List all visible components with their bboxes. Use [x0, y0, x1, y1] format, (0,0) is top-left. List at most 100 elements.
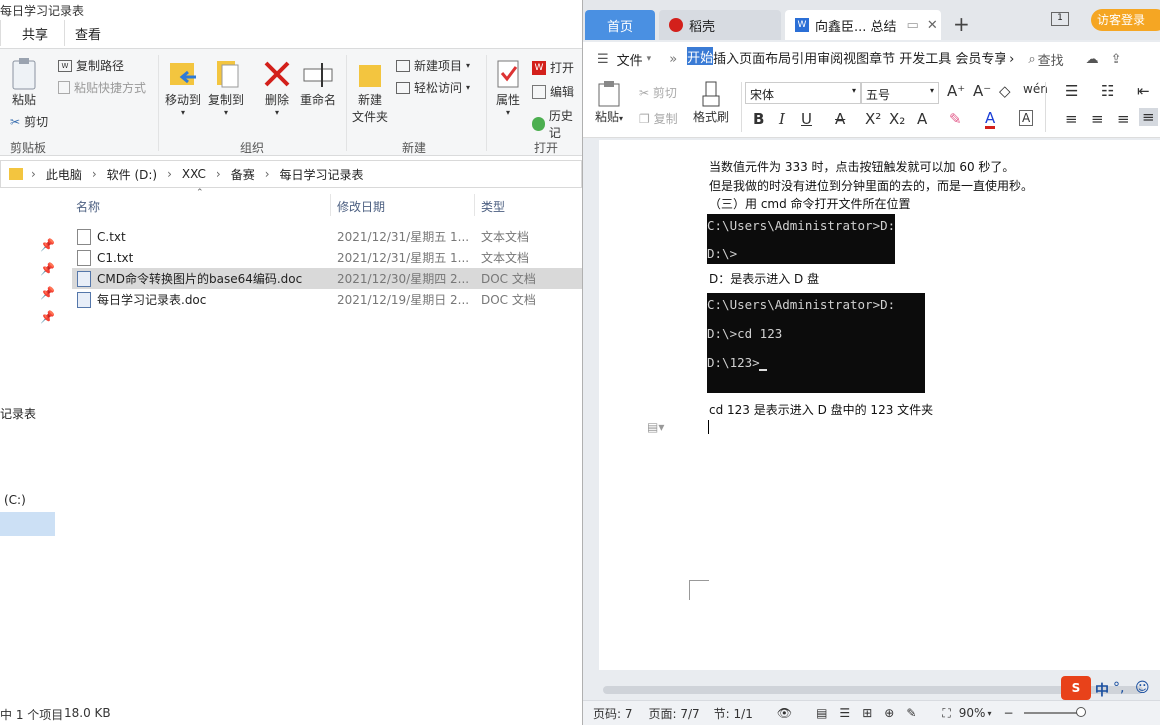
menu-start[interactable]: 开始	[687, 46, 714, 66]
open-button[interactable]: W 打开	[532, 59, 574, 76]
properties-button[interactable]: 属性 ▾	[494, 57, 522, 117]
font-size-select[interactable]: 五号 ▾	[861, 82, 939, 104]
outline-view-icon[interactable]: ☰	[839, 706, 850, 720]
ime-mode[interactable]: 中	[1095, 680, 1109, 700]
tab-daoke[interactable]: 稻壳	[659, 10, 781, 40]
highlight-icon[interactable]: ✎	[949, 110, 962, 128]
pin-icon[interactable]: 📌	[40, 262, 55, 276]
menu-icon[interactable]: ☰	[597, 52, 609, 67]
paragraph-marker-icon[interactable]: ▤▾	[647, 420, 664, 434]
decrease-indent-icon[interactable]: ⇤	[1137, 82, 1150, 100]
justify-icon[interactable]: ≡	[1139, 108, 1158, 126]
guest-login-button[interactable]: 访客登录	[1091, 9, 1160, 31]
zoom-slider[interactable]	[1023, 707, 1086, 717]
move-to-button[interactable]: 移动到 ▾	[165, 57, 201, 117]
nav-item-drive-c[interactable]: (C:)	[4, 493, 26, 507]
edit-button[interactable]: 编辑	[532, 83, 574, 100]
window-count-icon[interactable]: 1	[1051, 12, 1069, 26]
web-view-icon[interactable]: ⊕	[884, 706, 894, 720]
align-center-icon[interactable]: ≡	[1091, 110, 1104, 128]
font-color-icon[interactable]: A	[985, 110, 996, 129]
format-painter-button[interactable]: 格式刷	[693, 80, 729, 125]
nav-item-selected[interactable]	[0, 512, 55, 536]
pin-icon[interactable]: 📌	[40, 310, 55, 324]
strikethrough-icon[interactable]: A	[835, 110, 845, 128]
breadcrumb-drive-d[interactable]: 软件 (D:)	[107, 166, 157, 183]
history-button[interactable]: 历史记	[532, 107, 582, 141]
nav-item-record-table[interactable]: 记录表	[0, 405, 36, 422]
align-left-icon[interactable]: ≡	[1065, 110, 1078, 128]
pin-icon[interactable]: 📌	[40, 286, 55, 300]
tab-view[interactable]: 查看	[75, 24, 101, 43]
column-header-name[interactable]: 名称	[76, 198, 100, 215]
italic-icon[interactable]: I	[779, 110, 785, 128]
sogou-ime-icon[interactable]: S	[1061, 676, 1091, 700]
menu-ribbon-tabs[interactable]: 开始 开始插入页面布局引用审阅视图章节 开发工具 会员专享稻壳	[687, 46, 1005, 71]
subscript-icon[interactable]: X₂	[889, 110, 905, 128]
tab-document[interactable]: W 向鑫臣... 总结 ▭ ✕	[785, 10, 941, 40]
increase-font-icon[interactable]: A⁺	[947, 82, 965, 100]
search-icon[interactable]: ⌕	[1028, 52, 1035, 67]
document-page[interactable]: 当数值元件为 333 时，点击按钮触发就可以加 60 秒了。 但是我做的时没有进…	[599, 140, 1160, 670]
menu-file[interactable]: 文件	[617, 50, 643, 69]
column-header-date[interactable]: 修改日期	[337, 198, 385, 215]
pen-icon[interactable]: ✎	[906, 706, 916, 720]
paste-button[interactable]: 粘贴	[10, 57, 38, 108]
chevron-right-icon[interactable]: ›	[1009, 52, 1014, 67]
ime-punctuation-icon[interactable]: °,	[1113, 680, 1124, 696]
delete-button[interactable]: 删除 ▾	[262, 57, 292, 117]
align-right-icon[interactable]: ≡	[1117, 110, 1130, 128]
tab-share[interactable]: 共享	[22, 24, 48, 43]
bold-icon[interactable]: B	[753, 110, 764, 128]
superscript-icon[interactable]: X²	[865, 110, 881, 128]
eye-icon[interactable]: 👁	[777, 706, 792, 720]
file-row[interactable]: C.txt 2021/12/31/星期五 1... 文本文档	[72, 226, 582, 247]
zoom-slider-thumb[interactable]	[1075, 707, 1086, 717]
breadcrumb-beisai[interactable]: 备赛	[231, 166, 255, 183]
paste-button[interactable]: 粘贴▾	[595, 80, 623, 125]
share-icon[interactable]: ⇪	[1111, 52, 1122, 67]
paste-shortcut-button[interactable]: 粘贴快捷方式	[58, 79, 146, 96]
zoom-out-icon[interactable]: −	[1003, 706, 1013, 720]
copy-button[interactable]: ❐ 复制	[639, 110, 678, 127]
cloud-icon[interactable]: ☁	[1086, 52, 1099, 67]
new-folder-button[interactable]: 新建 文件夹	[352, 57, 388, 125]
more-icon[interactable]: »	[669, 52, 677, 67]
page-view-icon[interactable]: ▤	[816, 706, 827, 720]
monitor-icon[interactable]: ▭	[907, 18, 919, 33]
column-header-type[interactable]: 类型	[481, 198, 505, 215]
address-bar[interactable]: › 此电脑 › 软件 (D:) › XXC › 备赛 › 每日学习记录表	[0, 160, 582, 188]
easy-access-button[interactable]: 轻松访问 ▾	[396, 79, 470, 96]
file-row[interactable]: 每日学习记录表.doc 2021/12/19/星期日 2... DOC 文档	[72, 289, 582, 310]
ime-emoji-icon[interactable]: ☺	[1135, 680, 1150, 696]
menu-bar: ☰ 文件 ▾ » 开始 开始插入页面布局引用审阅视图章节 开发工具 会员专享稻壳…	[583, 42, 1160, 76]
clear-format-icon[interactable]: ◇	[999, 82, 1011, 100]
pin-icon[interactable]: 📌	[40, 238, 55, 252]
breadcrumb-current[interactable]: 每日学习记录表	[280, 166, 364, 183]
char-border-icon[interactable]: A	[1019, 110, 1034, 126]
text-effect-icon[interactable]: A	[917, 110, 927, 128]
copy-path-button[interactable]: W 复制路径	[58, 57, 124, 74]
rename-button[interactable]: 重命名	[300, 57, 336, 108]
copy-to-button[interactable]: 复制到 ▾	[208, 57, 244, 117]
cut-button[interactable]: ✂ 剪切	[639, 84, 677, 101]
tab-home[interactable]: 首页	[585, 10, 655, 40]
zoom-level[interactable]: 90%	[959, 706, 986, 720]
read-view-icon[interactable]: ⊞	[862, 706, 872, 720]
new-tab-button[interactable]: +	[953, 12, 970, 36]
decrease-font-icon[interactable]: A⁻	[973, 82, 991, 100]
close-tab-icon[interactable]: ✕	[927, 18, 938, 33]
breadcrumb-xxc[interactable]: XXC	[182, 167, 206, 181]
file-row[interactable]: C1.txt 2021/12/31/星期五 1... 文本文档	[72, 247, 582, 268]
new-item-button[interactable]: 新建项目 ▾	[396, 57, 470, 74]
breadcrumb-this-pc[interactable]: 此电脑	[46, 166, 82, 183]
cut-button[interactable]: ✂ 剪切	[10, 113, 48, 130]
numbered-list-icon[interactable]: ☷	[1101, 82, 1114, 100]
bullet-list-icon[interactable]: ☰	[1065, 82, 1078, 100]
underline-icon[interactable]: U	[801, 110, 812, 128]
file-row-selected[interactable]: CMD命令转换图片的base64编码.doc 2021/12/30/星期四 2.…	[72, 268, 582, 289]
fit-page-icon[interactable]: ⛶	[942, 706, 950, 721]
search-label[interactable]: 查找	[1038, 50, 1064, 69]
font-select[interactable]: 宋体 ▾	[745, 82, 861, 104]
status-pages[interactable]: 页面: 7/7	[649, 705, 700, 722]
